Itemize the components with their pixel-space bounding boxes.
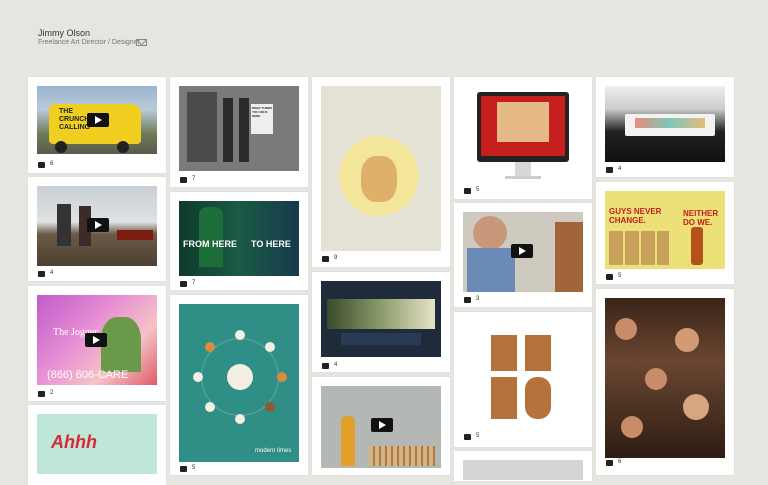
comments-icon <box>180 465 187 472</box>
comments-icon <box>38 390 45 397</box>
project-thumbnail[interactable]: Ahhh <box>37 414 157 474</box>
comments-icon <box>180 176 187 183</box>
comment-count: 9 <box>334 255 338 261</box>
play-icon[interactable] <box>85 333 107 347</box>
portfolio-card[interactable]: 6 <box>596 289 734 475</box>
comment-count: 5 <box>192 465 196 471</box>
comment-count: 3 <box>476 296 480 302</box>
comments-icon <box>606 166 613 173</box>
portfolio-card[interactable]: 4 <box>312 272 450 372</box>
comment-count: 6 <box>50 161 54 167</box>
comments-icon <box>38 270 45 277</box>
project-thumbnail[interactable] <box>463 321 583 431</box>
thumbnail-text: Ahhh <box>51 432 97 452</box>
comment-count: 5 <box>618 273 622 279</box>
portfolio-card[interactable]: 3 <box>454 203 592 307</box>
comment-count: 4 <box>618 166 622 172</box>
play-icon[interactable] <box>87 218 109 232</box>
thumbnail-text: WHAT TURNS YOU ON IS HERE <box>252 106 272 118</box>
thumbnail-left-text: GUYS NEVER CHANGE. <box>609 207 662 225</box>
comment-count: 7 <box>192 280 196 286</box>
comments-icon <box>464 433 471 440</box>
comments-icon <box>464 187 471 194</box>
project-thumbnail[interactable] <box>463 460 583 480</box>
thumbnail-caption: modern times <box>255 448 292 454</box>
comment-count: 4 <box>334 362 338 368</box>
project-thumbnail[interactable] <box>605 86 725 162</box>
play-icon[interactable] <box>511 244 533 258</box>
project-thumbnail[interactable] <box>321 281 441 357</box>
project-thumbnail[interactable] <box>463 86 583 186</box>
comments-icon <box>464 296 471 303</box>
portfolio-card[interactable]: 5 <box>454 77 592 199</box>
comment-count: 4 <box>50 270 54 276</box>
project-thumbnail[interactable] <box>321 86 441 251</box>
comments-icon <box>38 161 45 168</box>
mail-icon[interactable] <box>136 39 147 46</box>
portfolio-card[interactable]: 4 <box>596 77 734 177</box>
artist-name[interactable]: Jimmy Olson <box>38 28 90 38</box>
comment-count: 5 <box>476 187 480 193</box>
comment-count: 2 <box>50 390 54 396</box>
comments-icon <box>606 459 613 466</box>
project-thumbnail[interactable] <box>463 212 583 292</box>
project-thumbnail[interactable]: WHAT TURNS YOU ON IS HERE <box>179 86 299 171</box>
thumbnail-phone: (866) 606-CARE <box>47 369 129 381</box>
portfolio-card[interactable]: GUYS NEVER CHANGE. NEITHER DO WE. 5 <box>596 182 734 284</box>
portfolio-card[interactable]: WHAT TURNS YOU ON IS HERE 7 <box>170 77 308 187</box>
portfolio-card[interactable]: 4 <box>28 177 166 281</box>
play-icon[interactable] <box>87 113 109 127</box>
play-icon[interactable] <box>371 418 393 432</box>
comment-count: 7 <box>192 176 196 182</box>
comment-count: 6 <box>618 459 622 465</box>
project-thumbnail[interactable]: The Jogger (866) 606-CARE <box>37 295 157 385</box>
portfolio-card[interactable]: 5 <box>454 312 592 447</box>
project-thumbnail[interactable]: THE CRUNCH IS CALLING <box>37 86 157 154</box>
comments-icon <box>606 273 613 280</box>
project-thumbnail[interactable]: modern times <box>179 304 299 462</box>
portfolio-card[interactable]: THE CRUNCH IS CALLING 6 <box>28 77 166 173</box>
portfolio-card[interactable]: modern times 5 <box>170 295 308 475</box>
portfolio-card[interactable] <box>312 377 450 475</box>
thumbnail-right-text: NEITHER DO WE. <box>683 209 719 227</box>
project-thumbnail[interactable]: GUYS NEVER CHANGE. NEITHER DO WE. <box>605 191 725 269</box>
portfolio-card[interactable]: FROM HERE TO HERE 7 <box>170 192 308 290</box>
comments-icon <box>180 280 187 287</box>
portfolio-card[interactable]: The Jogger (866) 606-CARE 2 <box>28 286 166 401</box>
thumbnail-left-text: FROM HERE <box>183 239 237 249</box>
project-thumbnail[interactable] <box>321 386 441 468</box>
comment-count: 5 <box>476 433 480 439</box>
comments-icon <box>322 255 329 262</box>
project-thumbnail[interactable]: FROM HERE TO HERE <box>179 201 299 276</box>
project-thumbnail[interactable] <box>37 186 157 266</box>
comments-icon <box>322 362 329 369</box>
thumbnail-right-text: TO HERE <box>251 239 291 249</box>
project-thumbnail[interactable] <box>605 298 725 458</box>
artist-role: Freelance Art Director / Designer <box>38 39 140 46</box>
portfolio-card[interactable]: 9 <box>312 77 450 267</box>
portfolio-card[interactable]: Ahhh <box>28 405 166 485</box>
portfolio-card[interactable] <box>454 451 592 481</box>
